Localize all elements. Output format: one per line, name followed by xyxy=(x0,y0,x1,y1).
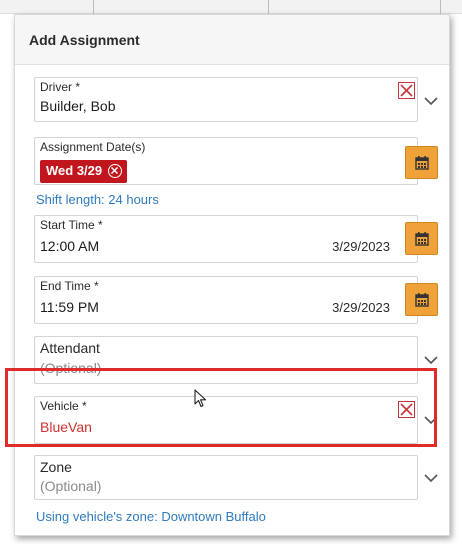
driver-label: Driver * xyxy=(40,80,81,94)
end-time-value: 11:59 PM xyxy=(40,299,99,315)
dialog-header: Add Assignment xyxy=(15,15,449,65)
chevron-down-icon[interactable] xyxy=(424,97,438,106)
grid-line xyxy=(268,0,269,14)
remove-date-icon[interactable] xyxy=(108,164,122,178)
add-assignment-dialog: Add Assignment Driver * Builder, Bob Ass… xyxy=(14,14,450,536)
attendant-label: Attendant xyxy=(40,340,100,356)
start-time-label: Start Time * xyxy=(40,218,103,232)
clear-driver-icon[interactable] xyxy=(398,82,415,99)
end-time-calendar-button[interactable] xyxy=(405,283,438,316)
chevron-down-icon[interactable] xyxy=(424,356,438,365)
grid-line xyxy=(93,0,94,14)
start-time-field[interactable]: Start Time * 12:00 AM 3/29/2023 xyxy=(34,215,418,263)
vehicle-highlight-box xyxy=(5,368,437,447)
assignment-dates-label: Assignment Date(s) xyxy=(40,140,146,154)
start-date-value: 3/29/2023 xyxy=(332,239,390,254)
date-chip-label: Wed 3/29 xyxy=(46,163,103,178)
calendar-icon xyxy=(415,232,429,246)
assignment-dates-field[interactable]: Assignment Date(s) Wed 3/29 xyxy=(34,137,418,185)
start-time-calendar-button[interactable] xyxy=(405,222,438,255)
zone-select[interactable]: Zone (Optional) xyxy=(34,455,438,500)
mouse-pointer-icon xyxy=(194,389,207,408)
grid-line xyxy=(440,0,441,14)
zone-note: Using vehicle's zone: Downtown Buffalo xyxy=(36,509,266,524)
end-time-label: End Time * xyxy=(40,279,99,293)
dialog-title: Add Assignment xyxy=(29,32,140,48)
driver-value: Builder, Bob xyxy=(40,98,116,114)
start-time-value: 12:00 AM xyxy=(40,238,100,254)
end-time-field[interactable]: End Time * 11:59 PM 3/29/2023 xyxy=(34,276,418,324)
calendar-icon xyxy=(415,156,429,170)
driver-select[interactable]: Driver * Builder, Bob xyxy=(34,77,438,122)
assignment-date-calendar-button[interactable] xyxy=(405,146,438,179)
calendar-icon xyxy=(415,293,429,307)
date-chip[interactable]: Wed 3/29 xyxy=(40,160,127,183)
zone-placeholder: (Optional) xyxy=(40,478,102,494)
shift-length-text: Shift length: 24 hours xyxy=(36,192,159,207)
background-grid-strip xyxy=(0,0,462,14)
zone-label: Zone xyxy=(40,459,72,475)
end-date-value: 3/29/2023 xyxy=(332,300,390,315)
chevron-down-icon[interactable] xyxy=(424,474,438,483)
